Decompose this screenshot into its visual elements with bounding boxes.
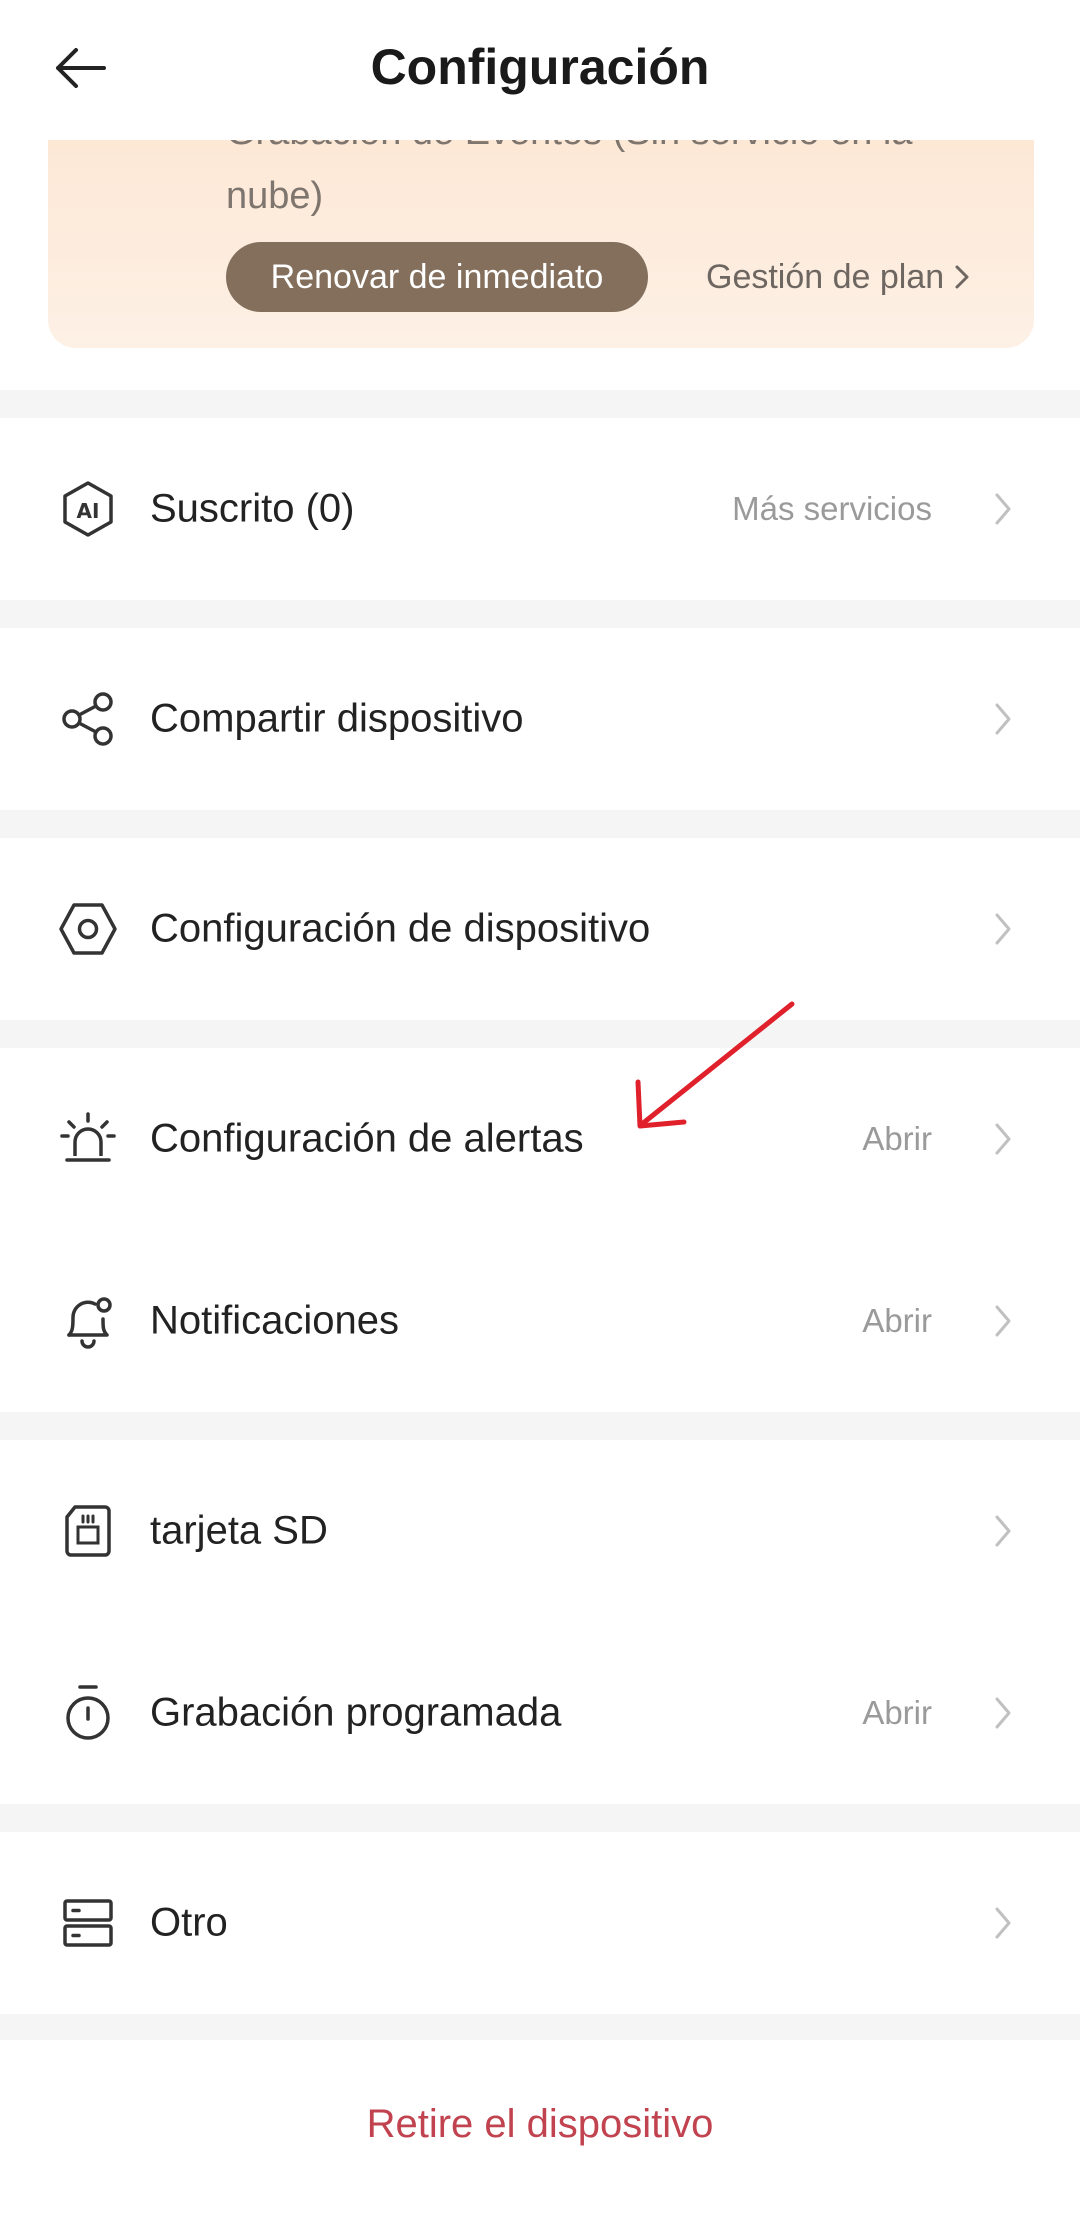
settings-group-subscription: AI Suscrito (0) Más servicios bbox=[0, 418, 1080, 600]
chevron-right-icon bbox=[988, 487, 1018, 531]
row-sd-card[interactable]: tarjeta SD bbox=[0, 1440, 1080, 1622]
alarm-siren-icon bbox=[58, 1109, 118, 1169]
row-value: Más servicios bbox=[732, 490, 932, 527]
manage-plan-link[interactable]: Gestión de plan bbox=[706, 244, 970, 310]
row-label: Notificaciones bbox=[150, 1298, 400, 1343]
row-label: Configuración de dispositivo bbox=[150, 906, 651, 951]
row-label: Grabación programada bbox=[150, 1690, 562, 1735]
row-alert-settings[interactable]: Configuración de alertas Abrir bbox=[0, 1048, 1080, 1230]
row-label: Suscrito (0) bbox=[150, 486, 355, 531]
cloud-service-card: Grabación de Eventos (Sin servicio en la… bbox=[48, 140, 1034, 348]
top-app-bar: Configuración bbox=[0, 0, 1080, 140]
row-other[interactable]: Otro bbox=[0, 1832, 1080, 2014]
stopwatch-icon bbox=[58, 1683, 118, 1743]
sd-card-icon bbox=[58, 1501, 118, 1561]
row-label: tarjeta SD bbox=[150, 1508, 328, 1553]
chevron-right-icon bbox=[988, 1509, 1018, 1553]
manage-plan-label: Gestión de plan bbox=[706, 257, 945, 296]
row-value: Abrir bbox=[862, 1120, 932, 1157]
row-share-device[interactable]: Compartir dispositivo bbox=[0, 628, 1080, 810]
remove-device-button[interactable]: Retire el dispositivo bbox=[0, 2102, 1080, 2147]
row-label: Compartir dispositivo bbox=[150, 696, 524, 741]
server-icon bbox=[58, 1893, 118, 1953]
page-title: Configuración bbox=[370, 39, 710, 95]
row-subscribed[interactable]: AI Suscrito (0) Más servicios bbox=[0, 418, 1080, 600]
settings-group-other: Otro bbox=[0, 1832, 1080, 2014]
row-notifications[interactable]: Notificaciones Abrir bbox=[0, 1230, 1080, 1412]
chevron-right-icon bbox=[988, 1299, 1018, 1343]
renew-now-button[interactable]: Renovar de inmediato bbox=[226, 242, 648, 312]
chevron-right-icon bbox=[988, 907, 1018, 951]
settings-group-device: Configuración de dispositivo bbox=[0, 838, 1080, 1020]
annotation-arrow-icon bbox=[635, 1001, 795, 1129]
hexagon-settings-icon bbox=[58, 899, 118, 959]
row-device-settings[interactable]: Configuración de dispositivo bbox=[0, 838, 1080, 1020]
chevron-right-icon bbox=[988, 1117, 1018, 1161]
row-value: Abrir bbox=[862, 1302, 932, 1339]
row-label: Otro bbox=[150, 1900, 228, 1945]
svg-text:AI: AI bbox=[77, 499, 100, 523]
chevron-right-icon bbox=[988, 1901, 1018, 1945]
chevron-right-icon bbox=[988, 1691, 1018, 1735]
row-value: Abrir bbox=[862, 1694, 932, 1731]
chevron-right-icon bbox=[955, 265, 969, 289]
ai-hexagon-icon: AI bbox=[58, 479, 118, 539]
settings-group-share: Compartir dispositivo bbox=[0, 628, 1080, 810]
row-label: Configuración de alertas bbox=[150, 1116, 584, 1161]
settings-group-alerts: Configuración de alertas Abrir Notificac… bbox=[0, 1048, 1080, 1412]
chevron-right-icon bbox=[988, 697, 1018, 741]
cloud-service-section: Grabación de Eventos (Sin servicio en la… bbox=[0, 140, 1080, 390]
remove-device-section: Retire el dispositivo bbox=[0, 2040, 1080, 2215]
settings-group-storage: tarjeta SD Grabación programada Abrir bbox=[0, 1440, 1080, 1804]
bell-icon bbox=[58, 1291, 118, 1351]
cloud-service-text: Grabación de Eventos (Sin servicio en la… bbox=[226, 140, 912, 217]
share-icon bbox=[58, 689, 118, 749]
row-scheduled-recording[interactable]: Grabación programada Abrir bbox=[0, 1622, 1080, 1804]
